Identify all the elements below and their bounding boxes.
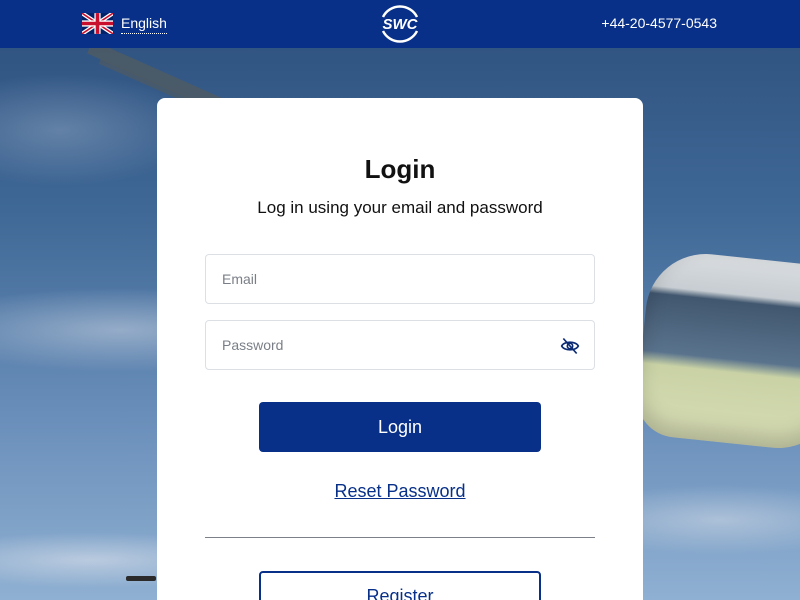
login-button[interactable]: Login [259, 402, 541, 452]
page-title: Login [364, 154, 436, 184]
divider [205, 537, 595, 538]
swc-logo[interactable]: SWC [375, 3, 425, 45]
login-subtitle: Log in using your email and password [257, 198, 543, 217]
register-button[interactable]: Register [259, 571, 541, 600]
password-input[interactable] [206, 321, 594, 369]
password-field[interactable] [205, 320, 595, 370]
logo-text: SWC [383, 16, 419, 33]
phone-number[interactable]: +44-20-4577-0543 [601, 15, 717, 31]
language-label[interactable]: English [121, 14, 167, 34]
language-selector[interactable]: English [82, 13, 167, 34]
reset-password-link[interactable]: Reset Password [157, 481, 643, 502]
login-card: Login Log in using your email and passwo… [157, 98, 643, 600]
background-gondola [632, 248, 800, 454]
eye-slash-icon[interactable] [560, 336, 580, 356]
email-field[interactable] [205, 254, 595, 304]
email-input[interactable] [206, 255, 594, 303]
uk-flag-icon [82, 13, 113, 34]
background-drone [126, 576, 156, 581]
top-bar: English SWC +44-20-4577-0543 [0, 0, 800, 48]
